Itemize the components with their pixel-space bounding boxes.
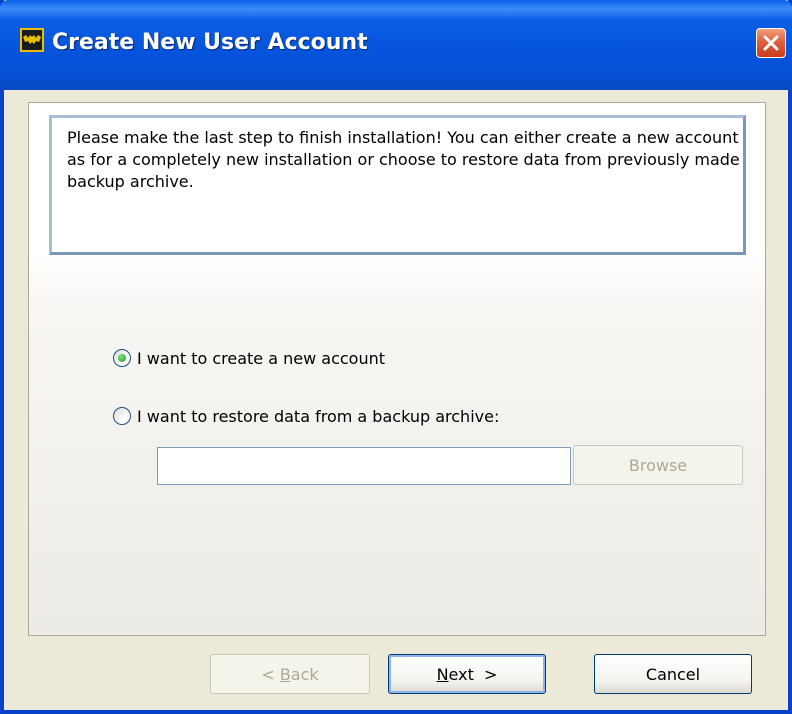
- radio-restore-circle[interactable]: [113, 407, 131, 425]
- back-mnemonic: B: [279, 664, 291, 684]
- dialog-window: Create New User Account Please make the …: [0, 0, 792, 714]
- close-icon: [763, 35, 779, 51]
- batman-logo-icon: [20, 28, 44, 52]
- radio-restore-label[interactable]: I want to restore data from a backup arc…: [137, 407, 499, 426]
- archive-path-input[interactable]: [157, 447, 571, 485]
- browse-button[interactable]: Browse: [573, 445, 743, 485]
- close-button[interactable]: [756, 28, 786, 58]
- next-button[interactable]: Next >: [388, 654, 546, 694]
- radio-selected-dot: [118, 354, 126, 362]
- back-button[interactable]: < Back: [210, 654, 370, 694]
- back-rest: ack: [290, 664, 319, 684]
- window-title: Create New User Account: [52, 30, 368, 55]
- info-box: Please make the last step to finish inst…: [49, 115, 746, 255]
- back-prefix: <: [261, 664, 280, 684]
- next-mnemonic: N: [436, 664, 449, 684]
- info-message: Please make the last step to finish inst…: [67, 128, 740, 191]
- cancel-button[interactable]: Cancel: [594, 654, 752, 694]
- content-panel: Please make the last step to finish inst…: [28, 102, 766, 636]
- radio-restore-backup[interactable]: I want to restore data from a backup arc…: [113, 404, 499, 428]
- radio-create-circle[interactable]: [113, 349, 131, 367]
- title-bar[interactable]: Create New User Account: [0, 0, 792, 90]
- radio-create-label[interactable]: I want to create a new account: [137, 349, 385, 368]
- radio-create-account[interactable]: I want to create a new account: [113, 346, 385, 370]
- next-rest: ext >: [448, 664, 498, 684]
